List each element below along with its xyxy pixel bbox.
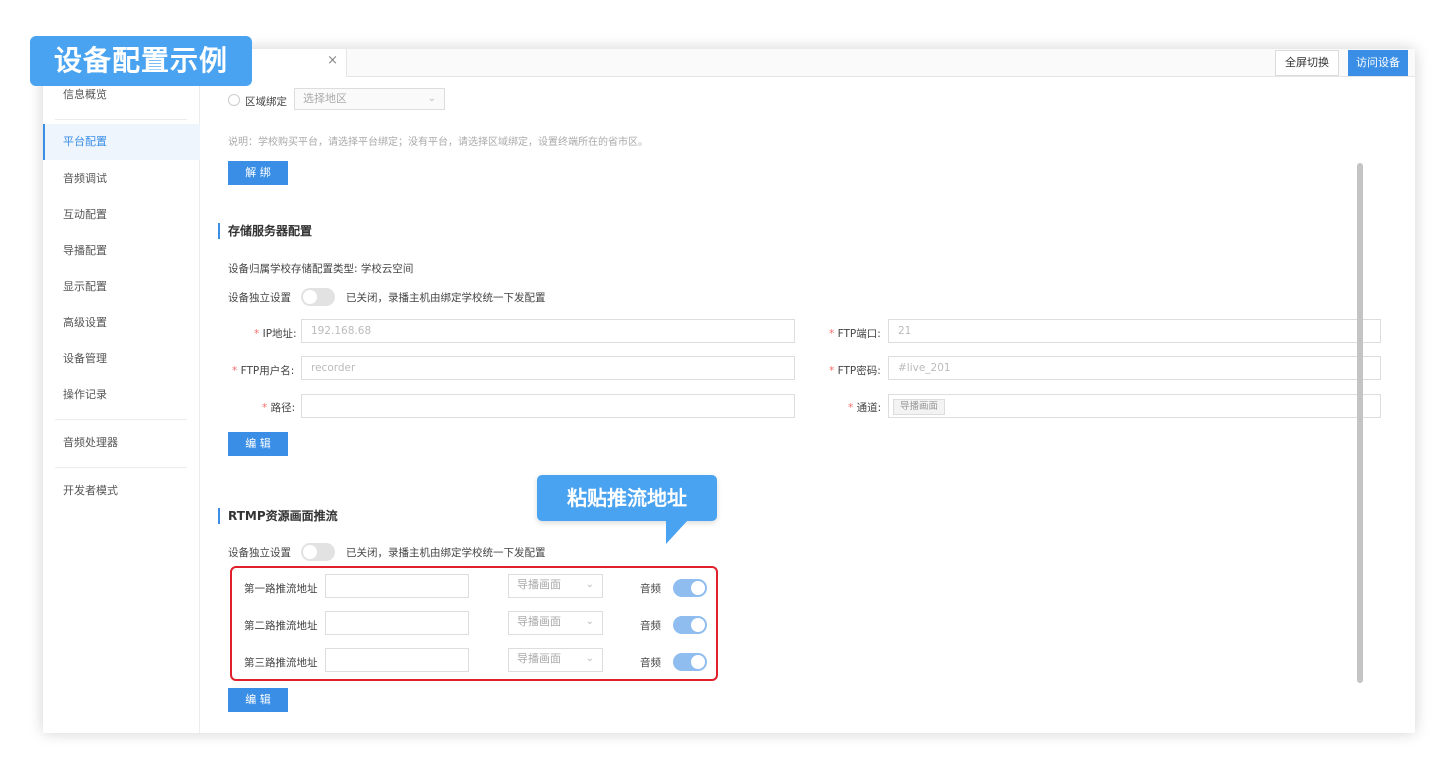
- ip-label: * IP地址:: [254, 326, 297, 341]
- ftp-port-label: * FTP端口:: [829, 326, 881, 341]
- sidebar-item-platform[interactable]: 平台配置: [43, 124, 200, 160]
- callout-pointer: [666, 520, 688, 544]
- ftp-user-label: * FTP用户名:: [232, 363, 294, 378]
- required-mark: *: [232, 365, 238, 377]
- sidebar-divider: [55, 467, 187, 468]
- storage-toggle-text: 已关闭，录播主机由绑定学校统一下发配置: [346, 292, 546, 304]
- storage-type-text: 设备归属学校存储配置类型: 学校云空间: [228, 263, 414, 275]
- unbind-button[interactable]: 解 绑: [228, 161, 288, 185]
- sidebar-item-audio-debug[interactable]: 音频调试: [43, 161, 200, 197]
- ftp-user-label-text: FTP用户名:: [240, 365, 295, 377]
- channel-label-text: 通道:: [856, 402, 882, 414]
- sidebar-item-advanced[interactable]: 高级设置: [43, 305, 200, 341]
- channel-input[interactable]: 导播画面: [888, 394, 1381, 418]
- path-input[interactable]: [301, 394, 795, 418]
- rtmp-toggle-text: 已关闭，录播主机由绑定学校统一下发配置: [346, 547, 546, 559]
- sidebar-divider: [55, 419, 187, 420]
- rtmp-independent-label: 设备独立设置: [228, 547, 291, 559]
- storage-independent-label: 设备独立设置: [228, 292, 291, 304]
- required-mark: *: [829, 365, 835, 377]
- ftp-pwd-input[interactable]: #live_201: [888, 356, 1381, 380]
- required-mark: *: [829, 328, 835, 340]
- required-mark: *: [848, 402, 854, 414]
- ftp-port-input[interactable]: 21: [888, 319, 1381, 343]
- path-label-text: 路径:: [270, 402, 296, 414]
- sidebar-item-developer[interactable]: 开发者模式: [43, 473, 200, 509]
- region-select-value: 选择地区: [303, 92, 347, 105]
- storage-section-title: 存储服务器配置: [218, 223, 312, 239]
- sidebar-item-operation-log[interactable]: 操作记录: [43, 377, 200, 413]
- sidebar: 信息概览 平台配置 音频调试 互动配置 导播配置 显示配置 高级设置 设备管理 …: [43, 77, 200, 733]
- channel-tag: 导播画面: [893, 399, 946, 415]
- path-label: * 路径:: [262, 400, 295, 415]
- close-icon[interactable]: ×: [327, 53, 338, 68]
- platform-note: 说明：学校购买平台，请选择平台绑定；没有平台，请选择区域绑定，设置终端所在的省市…: [228, 137, 648, 148]
- scrollbar[interactable]: [1357, 163, 1363, 683]
- sidebar-item-device-mgmt[interactable]: 设备管理: [43, 341, 200, 377]
- storage-edit-button[interactable]: 编 辑: [228, 432, 288, 456]
- region-label: 区域绑定: [245, 96, 287, 108]
- channel-label: * 通道:: [848, 400, 881, 415]
- highlight-box: [230, 566, 718, 681]
- required-mark: *: [254, 328, 260, 340]
- region-select[interactable]: 选择地区 ⌄: [294, 88, 445, 110]
- sidebar-item-interaction[interactable]: 互动配置: [43, 197, 200, 233]
- ip-input[interactable]: 192.168.68: [301, 319, 795, 343]
- region-radio[interactable]: [228, 94, 240, 106]
- sidebar-item-display[interactable]: 显示配置: [43, 269, 200, 305]
- ftp-pwd-label: * FTP密码:: [829, 363, 881, 378]
- rtmp-independent-toggle[interactable]: [301, 543, 335, 561]
- sidebar-item-director[interactable]: 导播配置: [43, 233, 200, 269]
- paste-url-callout: 粘贴推流地址: [537, 475, 717, 521]
- visit-device-button[interactable]: 访问设备: [1348, 50, 1408, 76]
- rtmp-section-title: RTMP资源画面推流: [218, 508, 338, 524]
- ftp-pwd-label-text: FTP密码:: [837, 365, 881, 377]
- fullscreen-button[interactable]: 全屏切换: [1275, 50, 1339, 76]
- rtmp-edit-button[interactable]: 编 辑: [228, 688, 288, 712]
- sidebar-divider: [55, 119, 187, 120]
- ip-label-text: IP地址:: [262, 328, 297, 340]
- example-badge: 设备配置示例: [30, 36, 252, 86]
- required-mark: *: [262, 402, 268, 414]
- storage-independent-toggle[interactable]: [301, 288, 335, 306]
- sidebar-item-audio-processor[interactable]: 音频处理器: [43, 425, 200, 461]
- ftp-user-input[interactable]: recorder: [301, 356, 795, 380]
- ftp-port-label-text: FTP端口:: [837, 328, 881, 340]
- chevron-down-icon: ⌄: [427, 93, 436, 104]
